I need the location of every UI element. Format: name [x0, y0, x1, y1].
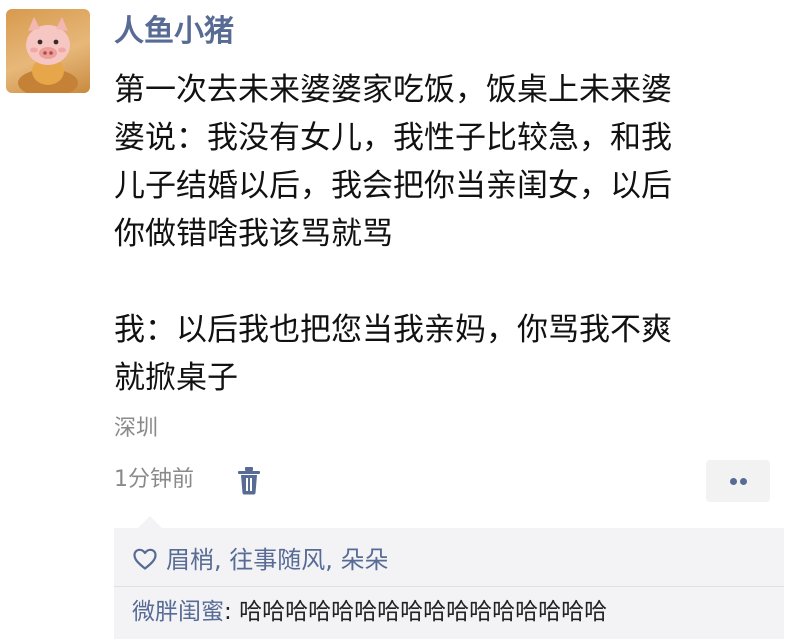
more-options-button[interactable] — [706, 460, 770, 502]
comment-author[interactable]: 微胖闺蜜 — [132, 599, 224, 625]
dot — [730, 478, 737, 485]
comment-text: 哈哈哈哈哈哈哈哈哈哈哈哈哈哈哈哈 — [239, 599, 608, 625]
comment-colon: : — [224, 599, 240, 625]
post-timestamp: 1分钟前 — [114, 467, 194, 492]
post-content: 第一次去未来婆婆家吃饭，饭桌上未来婆 婆说：我没有女儿，我性子比较急，和我 儿子… — [114, 66, 784, 402]
liker-name[interactable]: 往事随风 — [229, 546, 325, 574]
post-content-line: 你做错啥我该骂就骂 — [114, 216, 393, 252]
delete-button[interactable] — [234, 463, 264, 497]
post-content-line: 第一次去未来婆婆家吃饭，饭桌上未来婆 — [114, 72, 672, 108]
panel-notch — [138, 516, 162, 528]
post-content-line: 就掀桌子 — [114, 360, 238, 396]
post-content-line: 儿子结婚以后，我会把你当亲闺女，以后 — [114, 168, 672, 204]
post-location[interactable]: 深圳 — [114, 412, 158, 446]
liker-separator: , — [325, 546, 341, 574]
post-content-line: 婆说：我没有女儿，我性子比较急，和我 — [114, 120, 672, 156]
dot — [740, 478, 747, 485]
likes-row: 眉梢, 往事随风, 朵朵 — [132, 542, 389, 578]
interaction-panel: 眉梢, 往事随风, 朵朵 微胖闺蜜: 哈哈哈哈哈哈哈哈哈哈哈哈哈哈哈哈 — [114, 516, 784, 639]
heart-icon — [133, 548, 157, 570]
liker-name[interactable]: 朵朵 — [341, 546, 389, 574]
comment[interactable]: 微胖闺蜜: 哈哈哈哈哈哈哈哈哈哈哈哈哈哈哈哈 — [132, 592, 607, 632]
post-author-name[interactable]: 人鱼小猪 — [114, 14, 234, 50]
avatar[interactable] — [6, 9, 90, 93]
pig-avatar-icon — [18, 17, 78, 93]
trash-icon — [238, 467, 260, 495]
post-content-line: 我：以后我也把您当我亲妈，你骂我不爽 — [114, 312, 672, 348]
liker-separator: , — [214, 546, 230, 574]
divider — [114, 586, 784, 587]
liker-name[interactable]: 眉梢 — [166, 546, 214, 574]
